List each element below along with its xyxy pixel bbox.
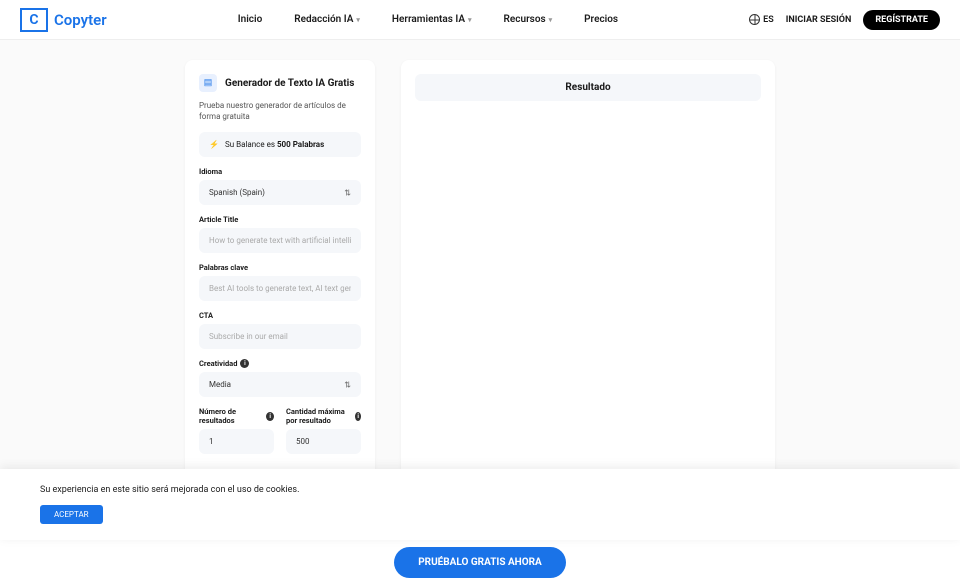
try-free-button[interactable]: PRUÉBALO GRATIS AHORA bbox=[394, 547, 566, 578]
article-title-input[interactable] bbox=[199, 228, 361, 253]
logo-text: Copyter bbox=[54, 11, 107, 29]
nav-herramientas[interactable]: Herramientas IA▾ bbox=[392, 14, 472, 25]
nav-precios[interactable]: Precios bbox=[584, 14, 618, 25]
result-panel: Resultado bbox=[401, 60, 775, 517]
cta-input[interactable] bbox=[199, 324, 361, 349]
nav-redaccion[interactable]: Redacción IA▾ bbox=[294, 14, 360, 25]
info-icon[interactable]: i bbox=[355, 412, 361, 421]
result-title: Resultado bbox=[415, 74, 761, 101]
chevron-down-icon: ▾ bbox=[468, 16, 472, 24]
max-qty-label: Cantidad máxima por resultado i bbox=[286, 407, 361, 425]
chevron-down-icon: ▾ bbox=[356, 16, 360, 24]
balance-badge: ⚡ Su Balance es 500 Palabras bbox=[199, 132, 361, 157]
chevron-down-icon: ▾ bbox=[549, 16, 553, 24]
header-right: ES INICIAR SESIÓN REGÍSTRATE bbox=[749, 10, 940, 30]
generator-subtitle: Prueba nuestro generador de artículos de… bbox=[199, 100, 361, 122]
cta-label: CTA bbox=[199, 311, 361, 320]
creativity-select[interactable]: Media bbox=[199, 372, 361, 397]
num-results-label: Número de resultados i bbox=[199, 407, 274, 425]
keywords-label: Palabras clave bbox=[199, 263, 361, 272]
bolt-icon: ⚡ bbox=[209, 140, 219, 149]
logo-icon: C bbox=[20, 8, 48, 32]
language-label: Idioma bbox=[199, 167, 361, 176]
nav-inicio[interactable]: Inicio bbox=[238, 14, 263, 25]
register-button[interactable]: REGÍSTRATE bbox=[863, 10, 940, 30]
info-icon[interactable]: i bbox=[266, 412, 274, 421]
language-select[interactable]: Spanish (Spain) bbox=[199, 180, 361, 205]
generator-title: Generador de Texto IA Gratis bbox=[225, 78, 354, 89]
language-selector[interactable]: ES bbox=[749, 14, 774, 25]
max-qty-input[interactable] bbox=[286, 429, 361, 454]
cta-section: PRUÉBALO GRATIS AHORA bbox=[0, 537, 960, 588]
cookie-text: Su experiencia en este sitio será mejora… bbox=[40, 485, 920, 495]
cookie-accept-button[interactable]: ACEPTAR bbox=[40, 505, 103, 524]
sign-in-link[interactable]: INICIAR SESIÓN bbox=[786, 15, 852, 25]
logo[interactable]: C Copyter bbox=[20, 8, 107, 32]
nav-recursos[interactable]: Recursos▾ bbox=[504, 14, 553, 25]
document-icon: ▤ bbox=[199, 74, 217, 92]
creativity-label: Creatividad i bbox=[199, 359, 361, 368]
main-nav: Inicio Redacción IA▾ Herramientas IA▾ Re… bbox=[238, 14, 618, 25]
keywords-input[interactable] bbox=[199, 276, 361, 301]
main-content: ▤ Generador de Texto IA Gratis Prueba nu… bbox=[0, 40, 960, 537]
article-title-label: Article Title bbox=[199, 215, 361, 224]
header: C Copyter Inicio Redacción IA▾ Herramien… bbox=[0, 0, 960, 40]
info-icon[interactable]: i bbox=[240, 359, 249, 368]
cookie-banner: Su experiencia en este sitio será mejora… bbox=[0, 469, 960, 540]
num-results-input[interactable] bbox=[199, 429, 274, 454]
generator-panel: ▤ Generador de Texto IA Gratis Prueba nu… bbox=[185, 60, 375, 517]
globe-icon bbox=[749, 14, 760, 25]
